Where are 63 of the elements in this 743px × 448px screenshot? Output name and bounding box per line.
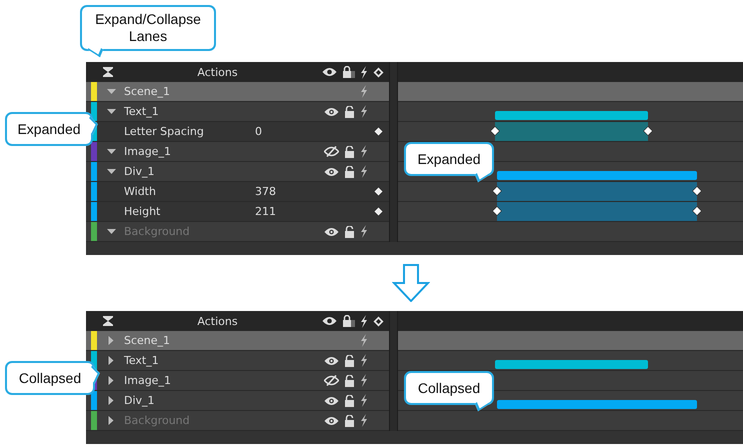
lock-icon[interactable] <box>344 374 355 386</box>
eye-icon[interactable] <box>324 396 339 406</box>
caret-down-icon[interactable] <box>107 168 116 174</box>
lightning-icon[interactable] <box>360 165 368 178</box>
lightning-icon[interactable] <box>360 145 368 158</box>
eye-icon[interactable] <box>324 166 339 176</box>
property-value[interactable]: 378 <box>255 185 374 198</box>
callout-text: Expanded <box>417 151 481 167</box>
property-value[interactable]: 211 <box>255 205 374 218</box>
keyframe-icon[interactable] <box>490 126 500 136</box>
eye-icon[interactable] <box>324 226 339 236</box>
lock-icon[interactable] <box>344 414 355 426</box>
lock-icon[interactable] <box>344 394 355 406</box>
lightning-icon[interactable] <box>360 105 368 118</box>
eye-icon[interactable] <box>322 67 337 77</box>
caret-right-icon[interactable] <box>107 396 116 405</box>
caret-right-icon[interactable] <box>107 376 116 385</box>
caret-right-icon[interactable] <box>107 336 116 345</box>
expand-collapse-icon[interactable] <box>103 67 113 77</box>
caret-down-icon[interactable] <box>107 148 116 154</box>
lightning-icon[interactable] <box>360 394 368 407</box>
keyframe-icon[interactable] <box>643 126 653 136</box>
caret-right-icon[interactable] <box>107 356 116 365</box>
callout-text: Collapsed <box>418 380 480 396</box>
expand-collapse-icon[interactable] <box>103 316 113 326</box>
lightning-icon[interactable] <box>360 314 368 328</box>
eye-icon[interactable] <box>324 356 339 366</box>
column-header: Actions <box>196 314 239 328</box>
lightning-icon[interactable] <box>360 414 368 427</box>
caret-down-icon[interactable] <box>107 228 116 234</box>
caret-right-icon[interactable] <box>107 416 116 425</box>
keyframe-icon[interactable] <box>373 66 384 78</box>
lock-icon[interactable] <box>342 315 355 327</box>
eye-icon[interactable] <box>322 316 337 326</box>
lock-icon[interactable] <box>342 66 355 78</box>
eye-icon[interactable] <box>324 416 339 426</box>
property-name: Width <box>124 185 157 198</box>
callout-text: Expand/Collapse Lanes <box>94 10 202 46</box>
lightning-icon[interactable] <box>360 225 368 238</box>
down-arrow-icon <box>392 264 430 302</box>
eye-slashed-icon[interactable] <box>324 375 339 386</box>
lock-icon[interactable] <box>344 106 355 118</box>
lock-icon[interactable] <box>344 226 355 238</box>
lightning-icon[interactable] <box>360 66 368 78</box>
property-name: Letter Spacing <box>124 125 205 138</box>
callout-text: Collapsed <box>18 370 82 386</box>
caret-down-icon[interactable] <box>107 108 116 114</box>
callout-text: Expanded <box>17 121 81 137</box>
keyframe-icon[interactable] <box>374 187 383 196</box>
keyframe-icon[interactable] <box>373 316 384 326</box>
property-name: Height <box>124 205 162 218</box>
property-value[interactable]: 0 <box>255 125 374 138</box>
caret-down-icon[interactable] <box>107 88 116 94</box>
eye-icon[interactable] <box>324 106 339 116</box>
column-header: Actions <box>196 66 239 78</box>
keyframe-icon[interactable] <box>374 127 383 136</box>
lock-icon[interactable] <box>344 354 355 366</box>
lightning-icon[interactable] <box>360 354 368 367</box>
keyframe-icon[interactable] <box>374 207 383 216</box>
lock-icon[interactable] <box>344 166 355 178</box>
eye-slashed-icon[interactable] <box>324 146 339 157</box>
lightning-icon[interactable] <box>360 374 368 387</box>
lock-icon[interactable] <box>344 146 355 158</box>
